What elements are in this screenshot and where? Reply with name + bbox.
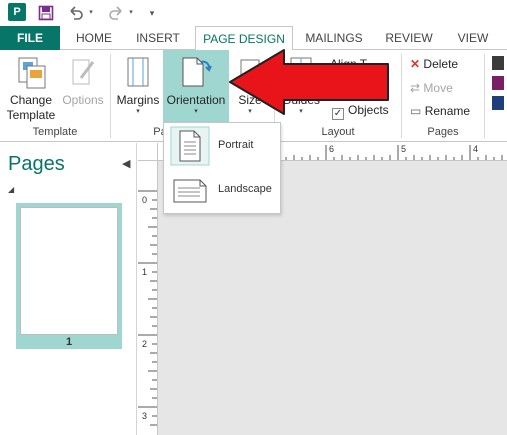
change-template-icon bbox=[18, 57, 46, 89]
ruler-tick-label: 5 bbox=[401, 144, 407, 154]
layout-group-label: Layout bbox=[321, 126, 355, 138]
margins-label: Margins bbox=[116, 93, 160, 107]
move-label: Move bbox=[423, 81, 453, 95]
guides-dropdown-icon: ▾ bbox=[299, 108, 303, 115]
tab-review[interactable]: REVIEW bbox=[378, 26, 440, 50]
guides-checkbox[interactable]: ✓ Guides bbox=[332, 80, 386, 98]
move-page-button[interactable]: ⇄ Move bbox=[410, 80, 453, 96]
ruler-tick-label: 0 bbox=[142, 195, 148, 205]
vertical-ruler[interactable]: 0 1 2 3 bbox=[138, 161, 158, 435]
color-scheme-swatches[interactable] bbox=[492, 56, 504, 116]
guides-checkbox-label: Guides bbox=[348, 81, 387, 95]
page-thumbnail-preview bbox=[20, 207, 118, 335]
options-label: Options bbox=[62, 93, 104, 107]
color-swatch bbox=[492, 56, 504, 70]
page-thumbnail[interactable]: 1 bbox=[16, 203, 122, 349]
landscape-label: Landscape bbox=[218, 183, 272, 195]
menu-item-landscape[interactable]: Landscape bbox=[166, 170, 278, 210]
pages-panel: Pages ◀ ◢ 1 bbox=[0, 143, 137, 435]
delete-label: Delete bbox=[423, 57, 459, 71]
portrait-label: Portrait bbox=[218, 139, 254, 151]
rename-label: Rename bbox=[424, 104, 471, 118]
tab-view[interactable]: VIEW bbox=[446, 26, 500, 50]
ruler-tick-label: 6 bbox=[329, 144, 335, 154]
ruler-tick-label: 2 bbox=[142, 339, 148, 349]
size-dropdown-icon: ▾ bbox=[248, 108, 252, 115]
options-button[interactable]: Options bbox=[60, 54, 106, 110]
publisher-app-icon: P bbox=[8, 3, 26, 21]
guides-label: Guides bbox=[281, 93, 321, 107]
orientation-label: Orientation bbox=[166, 93, 226, 107]
orientation-icon bbox=[182, 57, 212, 87]
orientation-dropdown-menu: Portrait Landscape bbox=[163, 122, 281, 214]
color-swatch bbox=[492, 76, 504, 90]
ruler-tick-label: 1 bbox=[142, 267, 148, 277]
size-icon bbox=[240, 59, 260, 87]
page-thumbnail-number: 1 bbox=[65, 336, 73, 348]
undo-dropdown-icon[interactable]: ▾ bbox=[86, 3, 96, 23]
guides-icon bbox=[290, 57, 312, 87]
template-group-label: Template bbox=[32, 126, 78, 138]
guides-button[interactable]: Guides ▾ bbox=[280, 54, 322, 124]
chevron-left-icon[interactable]: ◀ bbox=[122, 157, 130, 170]
save-icon[interactable] bbox=[36, 3, 56, 23]
group-separator bbox=[401, 54, 402, 138]
section-triangle-icon[interactable]: ◢ bbox=[8, 185, 14, 194]
tab-mailings[interactable]: MAILINGS bbox=[298, 26, 370, 50]
change-template-label-1: Change bbox=[9, 93, 53, 107]
pages-group-label: Pages bbox=[427, 126, 459, 138]
menu-item-portrait[interactable]: Portrait bbox=[166, 126, 278, 166]
color-swatch bbox=[492, 96, 504, 110]
rename-icon: ▭ bbox=[410, 104, 422, 118]
tab-file[interactable]: FILE bbox=[0, 26, 60, 50]
redo-dropdown-icon[interactable]: ▾ bbox=[126, 3, 136, 23]
size-button[interactable]: Size ▾ bbox=[232, 54, 268, 124]
group-separator bbox=[110, 54, 111, 138]
quick-access-toolbar: P ▾ ▾ ▾ bbox=[0, 0, 507, 26]
undo-icon[interactable] bbox=[66, 3, 86, 23]
orientation-dropdown-icon: ▾ bbox=[194, 108, 198, 115]
options-icon bbox=[72, 59, 95, 85]
tab-insert[interactable]: INSERT bbox=[128, 26, 188, 50]
checkmark-icon: ✓ bbox=[332, 108, 344, 120]
move-icon: ⇄ bbox=[410, 81, 421, 95]
delete-page-button[interactable]: ✕ Delete bbox=[410, 56, 458, 72]
ruler-corner bbox=[138, 143, 158, 161]
checkmark-icon: ✓ bbox=[332, 86, 344, 98]
ribbon-tab-bar: FILE HOME INSERT PAGE DESIGN MAILINGS RE… bbox=[0, 26, 507, 51]
margins-button[interactable]: Margins ▾ bbox=[114, 54, 162, 124]
customize-qat-icon[interactable]: ▾ bbox=[146, 3, 158, 23]
tab-home[interactable]: HOME bbox=[64, 26, 124, 50]
margins-dropdown-icon: ▾ bbox=[136, 108, 140, 115]
tab-page-design[interactable]: PAGE DESIGN bbox=[195, 26, 293, 51]
landscape-page-icon bbox=[173, 179, 207, 203]
redo-icon[interactable] bbox=[106, 3, 126, 23]
pages-panel-title: Pages bbox=[8, 153, 65, 175]
objects-checkbox[interactable]: ✓ Objects bbox=[332, 102, 389, 120]
align-to-button[interactable]: Align T bbox=[330, 56, 367, 72]
rename-page-button[interactable]: ▭ Rename bbox=[410, 103, 470, 119]
margins-icon bbox=[127, 57, 149, 87]
objects-checkbox-label: Objects bbox=[348, 103, 389, 117]
change-template-label-2: Template bbox=[6, 108, 56, 122]
orientation-button[interactable]: Orientation ▾ bbox=[163, 50, 229, 123]
ruler-tick-label: 4 bbox=[473, 144, 479, 154]
delete-icon: ✕ bbox=[410, 57, 421, 71]
size-label: Size bbox=[238, 93, 262, 107]
change-template-button[interactable]: Change Template bbox=[2, 54, 60, 124]
group-separator bbox=[484, 54, 485, 138]
portrait-page-icon bbox=[170, 126, 210, 166]
ruler-tick-label: 3 bbox=[142, 411, 148, 421]
